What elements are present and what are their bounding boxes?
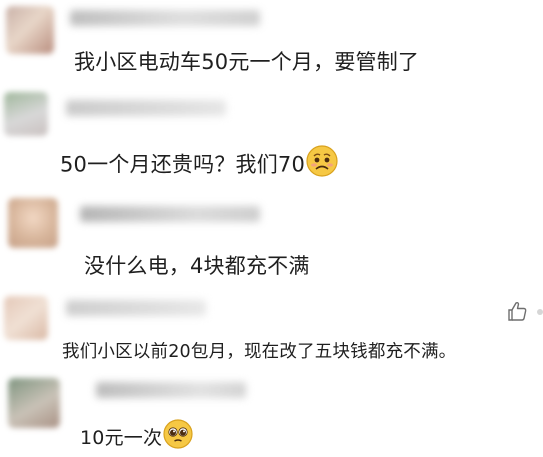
- blurred-username: [80, 206, 260, 222]
- avatar[interactable]: [8, 378, 60, 428]
- worried-face-emoji: [305, 144, 339, 183]
- avatar[interactable]: [4, 92, 48, 136]
- avatar[interactable]: [4, 296, 48, 340]
- comment-text-content: 50一个月还贵吗？我们70: [60, 152, 306, 177]
- comment-item: 我小区电动车50元一个月，要管制了: [0, 0, 543, 90]
- thumbs-up-icon[interactable]: [506, 300, 528, 326]
- comment-text-content: 10元一次: [80, 427, 163, 449]
- comment-text: 我小区电动车50元一个月，要管制了: [74, 50, 420, 74]
- comment-text: 我们小区以前20包月，现在改了五块钱都充不满。: [62, 342, 457, 362]
- blurred-username: [70, 10, 260, 26]
- comment-text: 没什么电，4块都充不满: [84, 254, 310, 278]
- comment-item: 50一个月还贵吗？我们70: [0, 88, 543, 180]
- blurred-username: [96, 382, 246, 398]
- avatar[interactable]: [8, 198, 58, 248]
- comment-item: 我们小区以前20包月，现在改了五块钱都充不满。: [0, 290, 543, 368]
- blurred-username: [66, 100, 226, 116]
- comment-item: 10元一次: [0, 372, 543, 450]
- avatar[interactable]: [6, 6, 54, 54]
- comment-item: 没什么电，4块都充不满: [0, 192, 543, 287]
- blurred-username: [66, 300, 206, 316]
- comment-text: 10元一次: [80, 418, 194, 457]
- comment-text: 50一个月还贵吗？我们70: [60, 144, 339, 185]
- pleading-face-emoji: [162, 418, 194, 455]
- more-dot: [537, 309, 543, 315]
